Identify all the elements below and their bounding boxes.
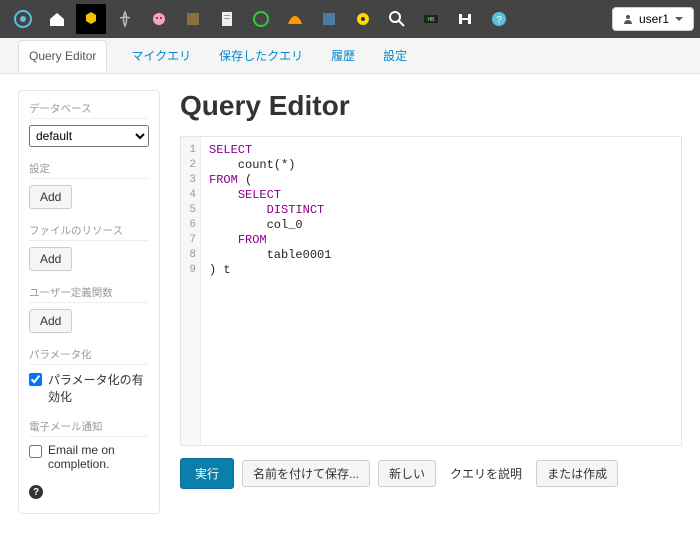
- tab-2[interactable]: 保存したクエリ: [215, 37, 307, 74]
- svg-text:?: ?: [496, 15, 502, 26]
- line-number: 2: [181, 158, 196, 173]
- sidebar-settings: 設定 Add: [29, 161, 149, 209]
- sidebar: データベース default 設定 Add ファイルのリソース Add ユーザー…: [18, 90, 160, 514]
- topbar-icons: HB?: [6, 4, 516, 34]
- settings-add-button[interactable]: Add: [29, 185, 72, 209]
- email-checkbox-row[interactable]: Email me on completion.: [29, 443, 149, 471]
- user-icon: [623, 14, 633, 24]
- or-create-button[interactable]: または作成: [536, 460, 618, 487]
- sidebar-parameterize-title: パラメータ化: [29, 347, 149, 365]
- subtabs: Query Editor マイクエリ保存したクエリ履歴設定: [0, 38, 700, 74]
- line-number: 9: [181, 263, 196, 278]
- home-icon[interactable]: [42, 4, 72, 34]
- sidebar-email: 電子メール通知 Email me on completion.: [29, 419, 149, 471]
- line-number: 5: [181, 203, 196, 218]
- help-icon[interactable]: ?: [484, 4, 514, 34]
- search-icon[interactable]: [382, 4, 412, 34]
- user-menu-button[interactable]: user1: [612, 7, 694, 31]
- save-as-button[interactable]: 名前を付けて保存...: [242, 460, 370, 487]
- content: Query Editor 123456789 SELECT count(*)FR…: [180, 90, 682, 514]
- line-number: 3: [181, 173, 196, 188]
- parameterize-label: パラメータ化の有効化: [48, 371, 149, 405]
- tab-4[interactable]: 設定: [379, 37, 411, 74]
- impala-icon[interactable]: [110, 4, 140, 34]
- line-number: 6: [181, 218, 196, 233]
- metastore-icon[interactable]: [280, 4, 310, 34]
- udf-add-button[interactable]: Add: [29, 309, 72, 333]
- user-label: user1: [639, 12, 669, 26]
- spark-icon[interactable]: [314, 4, 344, 34]
- sidebar-email-title: 電子メール通知: [29, 419, 149, 437]
- sidebar-file-resources-title: ファイルのリソース: [29, 223, 149, 241]
- sqoop-icon[interactable]: [348, 4, 378, 34]
- code-editor[interactable]: 123456789 SELECT count(*)FROM ( SELECT D…: [180, 136, 682, 446]
- logo-icon[interactable]: [8, 4, 38, 34]
- caret-down-icon: [675, 17, 683, 21]
- sidebar-file-resources: ファイルのリソース Add: [29, 223, 149, 271]
- database-select[interactable]: default: [29, 125, 149, 147]
- execute-button[interactable]: 実行: [180, 458, 234, 489]
- page-title: Query Editor: [180, 90, 682, 122]
- tab-0[interactable]: Query Editor: [18, 40, 107, 72]
- file-resources-add-button[interactable]: Add: [29, 247, 72, 271]
- footer-actions: 実行 名前を付けて保存... 新しい クエリを説明 または作成: [180, 458, 682, 489]
- line-number: 4: [181, 188, 196, 203]
- oozie-icon[interactable]: [178, 4, 208, 34]
- code-gutter: 123456789: [181, 137, 201, 445]
- hbase-icon[interactable]: HB: [416, 4, 446, 34]
- tab-1[interactable]: マイクエリ: [127, 37, 195, 74]
- line-number: 7: [181, 233, 196, 248]
- email-label: Email me on completion.: [48, 443, 149, 471]
- jobbrowser-icon[interactable]: [246, 4, 276, 34]
- filebrowser-icon[interactable]: [212, 4, 242, 34]
- email-checkbox[interactable]: [29, 445, 42, 458]
- parameterize-checkbox[interactable]: [29, 373, 42, 386]
- line-number: 8: [181, 248, 196, 263]
- hdfs-icon[interactable]: [450, 4, 480, 34]
- tab-3[interactable]: 履歴: [327, 37, 359, 74]
- sidebar-database: データベース default: [29, 101, 149, 147]
- sidebar-database-title: データベース: [29, 101, 149, 119]
- pig-icon[interactable]: [144, 4, 174, 34]
- sidebar-udf: ユーザー定義関数 Add: [29, 285, 149, 333]
- code-body[interactable]: SELECT count(*)FROM ( SELECT DISTINCT co…: [201, 137, 339, 445]
- help-icon[interactable]: ?: [29, 485, 43, 499]
- new-button[interactable]: 新しい: [378, 460, 436, 487]
- sidebar-settings-title: 設定: [29, 161, 149, 179]
- main: データベース default 設定 Add ファイルのリソース Add ユーザー…: [0, 74, 700, 530]
- line-number: 1: [181, 143, 196, 158]
- beeswax-icon[interactable]: [76, 4, 106, 34]
- svg-text:HB: HB: [428, 17, 436, 23]
- explain-link[interactable]: クエリを説明: [444, 465, 528, 482]
- sidebar-udf-title: ユーザー定義関数: [29, 285, 149, 303]
- topbar: HB? user1: [0, 0, 700, 38]
- sidebar-parameterize: パラメータ化 パラメータ化の有効化: [29, 347, 149, 405]
- parameterize-checkbox-row[interactable]: パラメータ化の有効化: [29, 371, 149, 405]
